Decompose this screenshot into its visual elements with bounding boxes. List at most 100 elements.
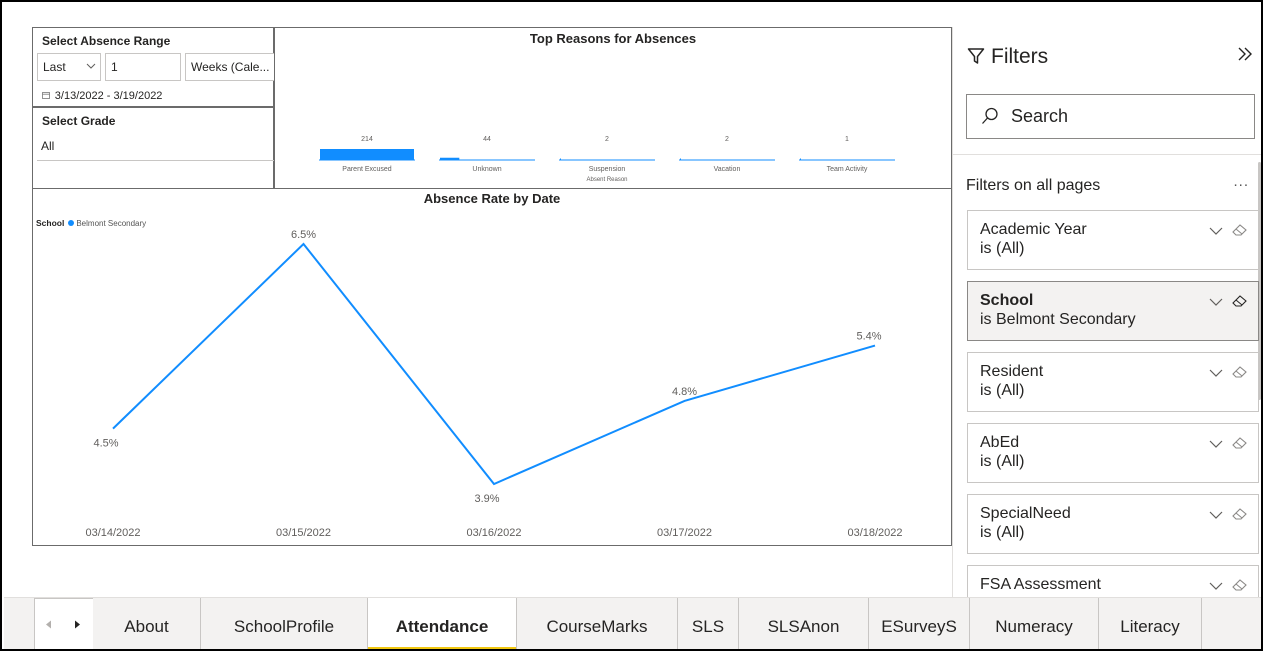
chevron-down-icon[interactable] [1209, 294, 1223, 313]
chevron-down-icon[interactable] [1209, 436, 1223, 455]
next-tab-button[interactable] [74, 620, 81, 632]
filters-section-label: Filters on all pages [966, 177, 1101, 194]
bar[interactable] [320, 149, 414, 160]
range-mode-value: Last [43, 60, 66, 74]
eraser-icon[interactable] [1232, 507, 1248, 526]
chevron-down-icon[interactable] [1209, 365, 1223, 384]
tab-numeracy[interactable]: Numeracy [970, 598, 1099, 649]
divider [953, 154, 1261, 155]
data-label: 6.5% [291, 229, 316, 241]
collapse-pane-button[interactable] [1237, 42, 1253, 68]
chevron-down-icon [86, 60, 96, 74]
range-count-value: 1 [111, 60, 118, 74]
bar-chart-title: Top Reasons for Absences [529, 31, 697, 46]
filters-header: Filters [967, 45, 1048, 71]
range-mode-dropdown[interactable]: Last [37, 53, 101, 81]
bar-value-label: 2 [605, 136, 609, 143]
triangle-left-icon [45, 620, 52, 632]
tab-about[interactable]: About [93, 598, 201, 649]
top-reasons-chart[interactable]: 214 Parent Excused 44 Unknown 2 Suspension 2 Va… [274, 27, 952, 189]
bar-value-label: 2 [725, 136, 729, 143]
search-icon [981, 107, 999, 130]
filter-card-school[interactable]: School is Belmont Secondary [967, 281, 1259, 341]
legend-series-label: Belmont Secondary [76, 219, 147, 228]
series-line[interactable] [112, 242, 876, 486]
tab-slsanon[interactable]: SLSAnon [739, 598, 869, 649]
chevron-down-icon[interactable] [1209, 578, 1223, 597]
filter-value: is (All) [980, 382, 1025, 399]
x-axis-tick-label: 03/17/2022 [657, 527, 712, 539]
bar-axis-title: Absent Reason [586, 177, 627, 183]
line-chart-svg: 4.5% 03/14/2022 6.5% 03/15/2022 3.9% 03/16/20… [85, 229, 902, 539]
more-options-button[interactable]: ... [1233, 173, 1249, 190]
bar-category-label: Unknown [472, 166, 501, 173]
tab-coursemarks[interactable]: CourseMarks [517, 598, 678, 649]
funnel-icon [967, 47, 985, 71]
eraser-icon[interactable] [1232, 365, 1248, 384]
line-chart-legend[interactable]: School Belmont Secondary [36, 218, 146, 228]
filters-title: Filters [991, 45, 1049, 68]
filter-card-abed[interactable]: AbEd is (All) [967, 423, 1259, 483]
filter-card-actions [1209, 436, 1248, 455]
eraser-icon[interactable] [1232, 223, 1248, 242]
line-chart-title: Absence Rate by Date [423, 191, 561, 206]
bar[interactable] [440, 157, 460, 160]
tab-attendance[interactable]: Attendance [368, 598, 517, 649]
grade-slicer: Select Grade All [32, 107, 299, 189]
absence-rate-chart[interactable]: 4.5% 03/14/2022 6.5% 03/15/2022 3.9% 03/16/20… [32, 188, 952, 546]
previous-tab-button[interactable] [45, 620, 52, 632]
filter-card-actions [1209, 365, 1248, 384]
grade-slicer-title: Select Grade [42, 114, 116, 128]
tab-literacy[interactable]: Literacy [1099, 598, 1202, 649]
filter-value: is (All) [980, 453, 1025, 470]
bar-value-label: 44 [483, 136, 491, 143]
grade-value: All [41, 139, 55, 153]
filter-card-resident[interactable]: Resident is (All) [967, 352, 1259, 412]
bar-value-label: 214 [361, 136, 373, 143]
calendar-icon [42, 91, 53, 102]
tab-sls[interactable]: SLS [678, 598, 739, 649]
tab-esurveys[interactable]: ESurveyS [869, 598, 970, 649]
data-label: 4.5% [93, 438, 118, 450]
eraser-icon[interactable] [1232, 294, 1248, 313]
double-chevron-right-icon [1237, 42, 1253, 67]
bar-chart-svg: 214 Parent Excused 44 Unknown 2 Suspension 2 Va… [319, 136, 895, 183]
filter-card-actions [1209, 223, 1248, 242]
chevron-down-icon[interactable] [1209, 223, 1223, 242]
filters-pane: Filters Search Filters on all pages ... … [952, 27, 1261, 625]
bar-category-label: Team Activity [827, 166, 868, 173]
filter-card-specialneed[interactable]: SpecialNeed is (All) [967, 494, 1259, 554]
filter-value: is Belmont Secondary [980, 311, 1136, 328]
filter-value: is (All) [980, 240, 1025, 257]
bar[interactable] [800, 158, 801, 161]
bar-category-label: Suspension [589, 166, 626, 173]
range-dates: 3/13/2022 - 3/19/2022 [42, 90, 162, 102]
bar-value-label: 1 [845, 136, 849, 143]
eraser-icon[interactable] [1232, 578, 1248, 597]
absence-range-title: Select Absence Range [42, 34, 171, 48]
filter-card-actions [1209, 578, 1248, 597]
tab-schoolprofile[interactable]: SchoolProfile [201, 598, 368, 649]
legend-marker [68, 220, 75, 226]
filter-card-academic-year[interactable]: Academic Year is (All) [967, 210, 1259, 270]
chevron-down-icon[interactable] [1209, 507, 1223, 526]
page-tab-bar: About SchoolProfile Attendance CourseMarks S… [4, 597, 1261, 649]
bar[interactable] [680, 158, 681, 161]
bar[interactable] [560, 158, 561, 161]
data-label: 3.9% [474, 493, 499, 505]
filter-card-actions [1209, 294, 1248, 313]
x-axis-tick-label: 03/15/2022 [276, 527, 331, 539]
absence-range-slicer: Select Absence Range Last 1 Weeks (Cale.… [32, 27, 296, 107]
filter-search-input[interactable]: Search [966, 94, 1255, 139]
report-window: Select Absence Range Last 1 Weeks (Cale.… [0, 0, 1263, 651]
x-axis-tick-label: 03/18/2022 [847, 527, 902, 539]
eraser-icon[interactable] [1232, 436, 1248, 455]
range-dates-text: 3/13/2022 - 3/19/2022 [54, 90, 163, 102]
bar-category-label: Parent Excused [342, 166, 392, 173]
data-label: 4.8% [672, 386, 697, 398]
grade-dropdown[interactable]: All [37, 135, 299, 161]
range-count-input[interactable]: 1 [105, 53, 181, 81]
data-label: 5.4% [856, 331, 881, 343]
legend-title: School [36, 218, 65, 228]
search-placeholder: Search [1011, 106, 1069, 126]
